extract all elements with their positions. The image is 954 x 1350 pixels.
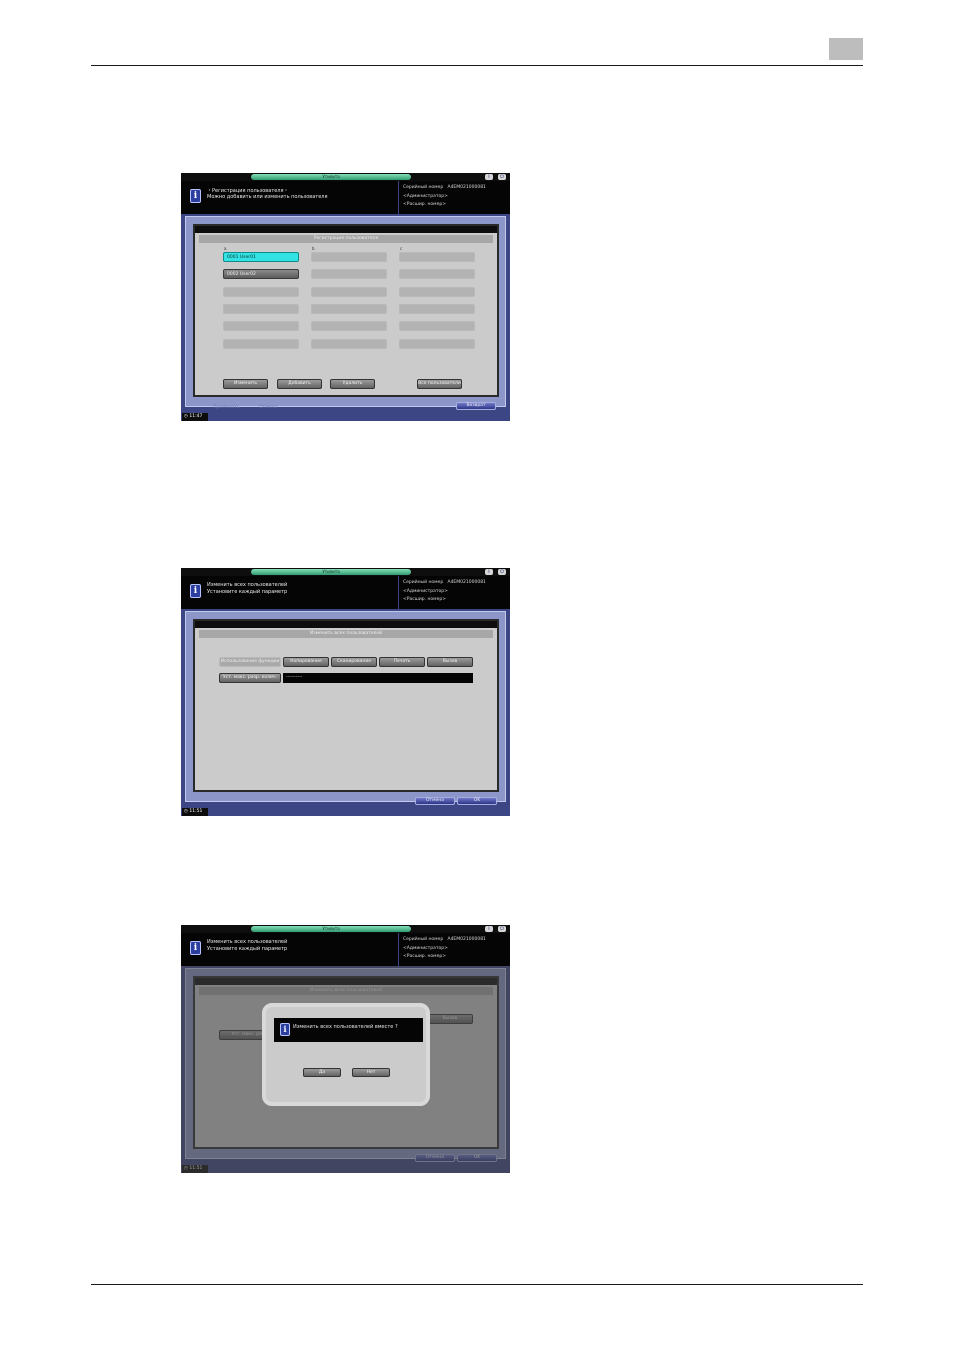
user-slot-empty[interactable] (399, 339, 475, 349)
info-icon[interactable]: i (485, 926, 493, 932)
info-icon: i (190, 941, 201, 955)
user-slot-empty[interactable] (311, 269, 387, 279)
footer-rule (91, 1284, 863, 1285)
ok-button[interactable]: OK (457, 797, 497, 805)
extra-label: <Расшир. номер> (403, 954, 446, 959)
scan-button[interactable]: Сканирование (331, 657, 377, 667)
cancel-ghost-label: Отмена (259, 405, 278, 410)
panel-title: Регистрация пользователя (199, 235, 493, 243)
print-button[interactable]: Печать (379, 657, 425, 667)
confirm-dialog-callout: i Изменить всех пользователей вместе ? Д… (262, 1003, 430, 1106)
role-label: <Администратор> (403, 194, 448, 199)
copy-button[interactable]: Копирование (283, 657, 329, 667)
info-icon: i (190, 584, 201, 598)
function-usage-label: Использование функции (219, 657, 281, 667)
serial-value: A4EM021000081 (447, 580, 486, 585)
clock-time: 11:51 (189, 809, 203, 814)
info-icon[interactable]: i (485, 569, 493, 575)
edit-button[interactable]: Изменить (223, 379, 268, 389)
panel-title: Изменить всех пользователей (199, 630, 493, 638)
role-label: <Администратор> (403, 946, 448, 951)
user-button-0001[interactable]: 0001 User01 (223, 252, 299, 262)
user-slot-empty[interactable] (223, 339, 299, 349)
message-line-2: Установите каждый параметр (207, 946, 288, 952)
user-slot-empty[interactable] (399, 252, 475, 262)
user-slot-empty[interactable] (311, 287, 387, 297)
serial-value: A4EM021000081 (447, 937, 486, 942)
header-rule (91, 65, 863, 66)
serial-label: Серийный номер (403, 580, 444, 585)
power-icon[interactable]: ⏻ (498, 926, 506, 932)
max-limit-button[interactable]: Уст. макс. разр. колич. (219, 673, 281, 683)
panel-head (195, 226, 497, 233)
message-area: i Изменить всех пользователей Установите… (181, 933, 398, 966)
apply-ghost-label: Применить (213, 405, 240, 410)
dialog-question: Изменить всех пользователей вместе ? (293, 1024, 398, 1030)
info-icon: i (190, 189, 201, 203)
screenshot-change-all-users: Утилита i ⏻ i Изменить всех пользователе… (181, 568, 510, 816)
user-slot-empty[interactable] (399, 269, 475, 279)
message-line-1: Изменить всех пользователей (207, 582, 288, 588)
screenshot-user-registration: Утилита i ⏻ i ・Регистрация пользователя・… (181, 173, 510, 421)
device-info: Серийный номер A4EM021000081 <Администра… (399, 933, 510, 966)
info-icon[interactable]: i (485, 174, 493, 180)
yes-button[interactable]: Да (303, 1068, 341, 1077)
serial-label: Серийный номер (403, 937, 444, 942)
message-area: i ・Регистрация пользователя・ Можно добав… (181, 181, 398, 214)
extra-label: <Расшир. номер> (403, 597, 446, 602)
user-slot-empty[interactable] (399, 321, 475, 331)
back-button[interactable]: Возврат (456, 402, 496, 410)
user-slot-empty[interactable] (399, 304, 475, 314)
power-icon[interactable]: ⏻ (498, 174, 506, 180)
clock: ◷ 11:47 (182, 413, 208, 421)
user-slot-empty[interactable] (311, 252, 387, 262)
serial-label: Серийный номер (403, 185, 444, 190)
serial-value: A4EM021000081 (447, 185, 486, 190)
panel-head (195, 621, 497, 628)
user-slot-empty[interactable] (223, 304, 299, 314)
all-users-button[interactable]: Все пользователи (417, 379, 462, 389)
power-icon[interactable]: ⏻ (498, 569, 506, 575)
user-slot-empty[interactable] (223, 321, 299, 331)
user-slot-empty[interactable] (311, 321, 387, 331)
column-a-marker: a (224, 246, 227, 251)
user-slot-empty[interactable] (223, 287, 299, 297)
page-thumb-tab (829, 38, 863, 60)
clock: ◷ 11:51 (182, 808, 208, 816)
device-info: Серийный номер A4EM021000081 <Администра… (399, 181, 510, 214)
settings-panel: Изменить всех пользователей Использовани… (193, 619, 499, 792)
info-icon: i (280, 1023, 290, 1036)
user-slot-empty[interactable] (311, 339, 387, 349)
no-button[interactable]: Нет (352, 1068, 390, 1077)
recall-button[interactable]: Вызов (427, 657, 473, 667)
screen-title: Утилита (251, 926, 411, 932)
message-area: i Изменить всех пользователей Установите… (181, 576, 398, 609)
clock-time: 11:47 (189, 414, 203, 419)
user-slot-empty[interactable] (399, 287, 475, 297)
user-button-0002[interactable]: 0002 User02 (223, 269, 299, 279)
user-slot-empty[interactable] (311, 304, 387, 314)
dialog-message-bar: i Изменить всех пользователей вместе ? (274, 1018, 423, 1042)
message-line-2: Можно добавить или изменить пользователя (207, 194, 328, 200)
column-c-marker: c (400, 246, 403, 251)
message-line-1: Изменить всех пользователей (207, 939, 288, 945)
device-info: Серийный номер A4EM021000081 <Администра… (399, 576, 510, 609)
screen-title: Утилита (251, 569, 411, 575)
delete-button[interactable]: Удалить (330, 379, 375, 389)
column-b-marker: b (312, 246, 315, 251)
max-limit-value: ---------- (283, 673, 473, 683)
role-label: <Администратор> (403, 589, 448, 594)
add-button[interactable]: Добавить (277, 379, 322, 389)
message-line-2: Установите каждый параметр (207, 589, 288, 595)
screen-title: Утилита (251, 174, 411, 180)
extra-label: <Расшир. номер> (403, 202, 446, 207)
message-line-1: ・Регистрация пользователя・ (207, 188, 289, 194)
cancel-button[interactable]: Отмена (415, 797, 455, 805)
user-panel: Регистрация пользователя a b c 0001 User… (193, 224, 499, 397)
